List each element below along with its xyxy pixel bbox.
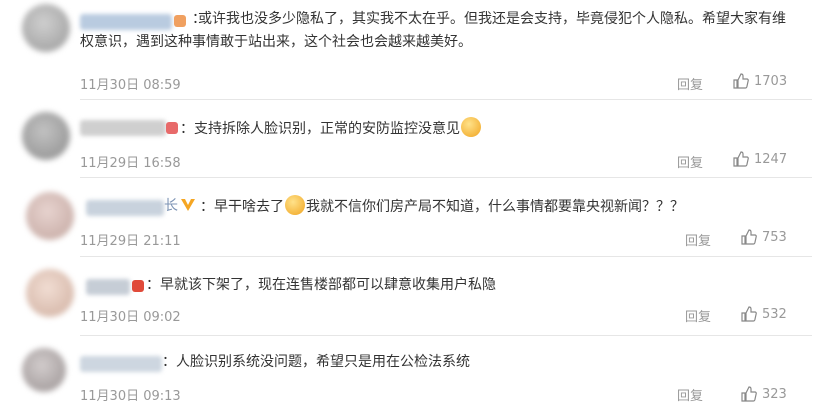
avatar[interactable] [22,348,66,392]
comment-item: ：支持拆除人脸识别，正常的安防监控没意见 11月29日 16:58 回复 124… [0,100,818,178]
like-count: 532 [762,306,787,322]
thumbs-up-icon [741,229,757,245]
thumbs-up-icon [733,151,749,167]
comment-item: ：早就该下架了，现在连售楼部都可以肆意收集用户私隐 11月30日 09:02 回… [0,257,818,336]
like-button[interactable]: 323 [741,386,787,402]
reply-button[interactable]: 回复 [685,230,711,249]
reply-button[interactable]: 回复 [677,385,703,404]
thumbs-up-icon [741,386,757,402]
comment-separator: ： [200,199,214,215]
comment-body: 早就该下架了，现在连售楼部都可以肆意收集用户私隐 [160,277,496,293]
comment-body-part: 早干啥去了 [214,199,284,215]
reply-button[interactable]: 回复 [685,306,711,325]
avatar[interactable] [22,112,70,160]
username-blurred[interactable] [80,120,166,136]
avatar[interactable] [26,269,74,317]
username-suffix[interactable]: 长 [164,195,178,218]
like-button[interactable]: 532 [741,306,787,322]
comment-body: 人脸识别系统没问题，希望只是用在公检法系统 [176,354,470,370]
like-button[interactable]: 1703 [733,73,787,89]
thumbs-up-icon [741,306,757,322]
username-blurred[interactable] [86,200,164,216]
comment-text: ：早就该下架了，现在连售楼部都可以肆意收集用户私隐 [146,274,746,297]
like-count: 753 [762,229,787,245]
comment-body: 或许我也没多少隐私了，其实我不太在乎。但我还是会支持，毕竟侵犯个人隐私。希望大家… [80,11,786,50]
comment-separator: ： [146,277,160,293]
comment-time: 11月30日 08:59 [80,78,181,93]
user-badge-icon [132,280,144,292]
comment-text: ：早干啥去了 我就不信你们房产局不知道，什么事情都要靠央视新闻？？？ [200,195,800,219]
like-count: 1703 [754,73,788,89]
comment-text: 或许我也没多少隐私了，其实我不太在乎。但我还是会支持，毕竟侵犯个人隐私。希望大家… [80,8,790,54]
like-count: 323 [762,386,787,402]
reply-button[interactable]: 回复 [677,74,703,93]
comment-time: 11月30日 09:02 [80,310,181,325]
comment-body-part: 我就不信你们房产局不知道，什么事情都要靠央视新闻？？？ [306,199,684,215]
reply-button[interactable]: 回复 [677,152,703,171]
comment-time: 11月29日 21:11 [80,234,181,249]
thumbs-up-icon [733,73,749,89]
comment-body: 支持拆除人脸识别，正常的安防监控没意见 [194,121,460,137]
like-count: 1247 [754,151,788,167]
username-blurred[interactable] [80,356,162,372]
verified-v-icon [181,199,195,211]
like-button[interactable]: 1247 [733,151,787,167]
username-blurred[interactable] [86,279,130,295]
grin-emoji-icon [285,195,305,215]
avatar[interactable] [22,4,70,52]
comment-separator: ： [180,121,194,137]
comment-item: ： 或许我也没多少隐私了，其实我不太在乎。但我还是会支持，毕竟侵犯个人隐私。希望… [0,0,818,100]
comment-time: 11月30日 09:13 [80,389,181,404]
grin-emoji-icon [461,117,481,137]
comment-text: ：人脸识别系统没问题，希望只是用在公检法系统 [162,351,762,374]
like-button[interactable]: 753 [741,229,787,245]
comment-text: ：支持拆除人脸识别，正常的安防监控没意见 [180,117,780,141]
comment-item: ：人脸识别系统没问题，希望只是用在公检法系统 11月30日 09:13 回复 3… [0,336,818,413]
comment-time: 11月29日 16:58 [80,156,181,171]
comment-item: 长 ：早干啥去了 我就不信你们房产局不知道，什么事情都要靠央视新闻？？？ 11月2… [0,178,818,257]
avatar[interactable] [26,192,74,240]
user-badge-icon [166,122,178,134]
comment-separator: ： [162,354,176,370]
